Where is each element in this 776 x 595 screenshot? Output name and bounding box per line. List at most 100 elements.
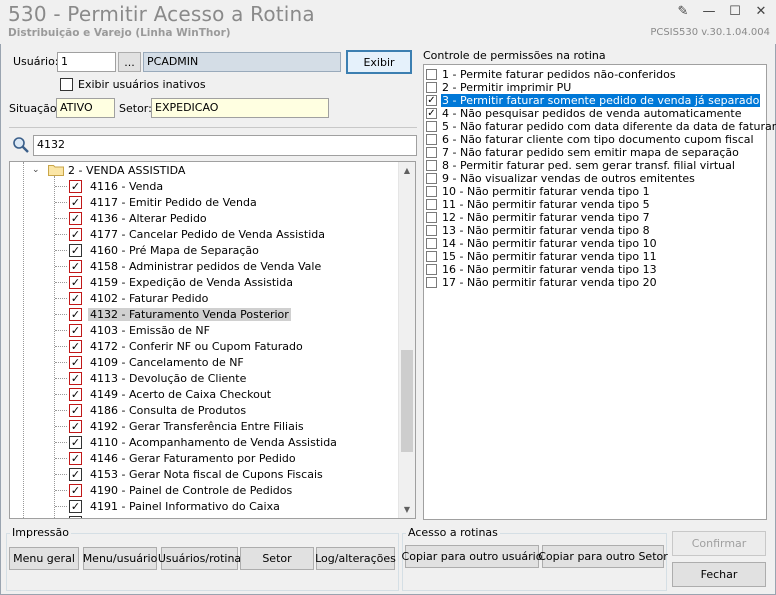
permission-checkbox[interactable]: ✓ [426, 95, 437, 106]
tree-item[interactable]: ✓ 4162 - Simples Remessa Baixando Estoque [69, 514, 330, 518]
tree-item[interactable]: ✓ 4117 - Emitir Pedido de Venda [69, 194, 259, 210]
edit-icon[interactable]: ✎ [672, 2, 694, 20]
confirm-button[interactable]: Confirmar [672, 531, 766, 556]
permission-item[interactable]: 16 - Não permitir faturar venda tipo 13 [426, 263, 658, 276]
tree-item[interactable]: ✓ 4149 - Acerto de Caixa Checkout [69, 386, 273, 402]
tree-item[interactable]: ✓ 4146 - Gerar Faturamento por Pedido [69, 450, 298, 466]
tree-item-checkbox[interactable]: ✓ [69, 291, 82, 305]
scroll-thumb[interactable] [401, 350, 413, 452]
permission-item[interactable]: 5 - Não faturar pedido com data diferent… [426, 120, 776, 133]
tree-item-checkbox[interactable]: ✓ [69, 451, 82, 465]
close-icon[interactable]: ✕ [750, 2, 772, 20]
permission-item[interactable]: 9 - Não visualizar vendas de outros emit… [426, 172, 696, 185]
permission-item[interactable]: 14 - Não permitir faturar venda tipo 10 [426, 237, 658, 250]
tree-item[interactable]: ✓ 4160 - Pré Mapa de Separação [69, 242, 261, 258]
permission-checkbox[interactable] [426, 121, 437, 132]
tree-item[interactable]: ✓ 4153 - Gerar Nota fiscal de Cupons Fisc… [69, 466, 325, 482]
tree-item-checkbox[interactable]: ✓ [69, 323, 82, 337]
permission-item[interactable]: ✓ 3 - Permitir faturar somente pedido de … [426, 94, 761, 107]
tree-item[interactable]: ✓ 4132 - Faturamento Venda Posterior [69, 306, 291, 322]
scroll-down-icon[interactable]: ▼ [399, 501, 415, 518]
permissions-list[interactable]: 1 - Permite faturar pedidos não-conferid… [423, 64, 776, 520]
usuarios-rotina-button[interactable]: Usuários/rotina [158, 547, 241, 570]
permission-checkbox[interactable] [426, 134, 437, 145]
tree-item-checkbox[interactable]: ✓ [69, 195, 82, 209]
permission-checkbox[interactable] [426, 69, 437, 80]
permission-item[interactable]: 6 - Não faturar cliente com tipo documen… [426, 133, 755, 146]
tree-group-row[interactable]: ⌄ 2 - VENDA ASSISTIDA [32, 162, 185, 178]
tree-item-checkbox[interactable]: ✓ [69, 307, 82, 321]
tree-item[interactable]: ✓ 4192 - Gerar Transferência Entre Filiai… [69, 418, 306, 434]
permission-checkbox[interactable] [426, 225, 437, 236]
permission-item[interactable]: 10 - Não permitir faturar venda tipo 1 [426, 185, 651, 198]
checkbox-box[interactable] [60, 78, 73, 91]
permission-checkbox[interactable] [426, 82, 437, 93]
tree-item-checkbox[interactable]: ✓ [69, 515, 82, 518]
setor-button[interactable]: Setor [240, 547, 314, 570]
tree-item[interactable]: ✓ 4103 - Emissão de NF [69, 322, 212, 338]
tree-item[interactable]: ✓ 4110 - Acompanhamento de Venda Assistid… [69, 434, 339, 450]
tree-item-checkbox[interactable]: ✓ [69, 259, 82, 273]
permission-checkbox[interactable] [426, 147, 437, 158]
tree-scrollbar[interactable]: ▲ ▼ [398, 162, 415, 518]
show-button[interactable]: Exibir [346, 50, 412, 74]
permission-item[interactable]: 12 - Não permitir faturar venda tipo 7 [426, 211, 651, 224]
menu-geral-button[interactable]: Menu geral [9, 547, 79, 570]
permission-checkbox[interactable] [426, 212, 437, 223]
tree-item-checkbox[interactable]: ✓ [69, 227, 82, 241]
permission-item[interactable]: ✓ 4 - Não pesquisar pedidos de venda auto… [426, 107, 743, 120]
tree-item-checkbox[interactable]: ✓ [69, 467, 82, 481]
permission-item[interactable]: 11 - Não permitir faturar venda tipo 5 [426, 198, 651, 211]
tree-item[interactable]: ✓ 4116 - Venda [69, 178, 165, 194]
tree-item-checkbox[interactable]: ✓ [69, 419, 82, 433]
show-inactive-checkbox[interactable]: Exibir usuários inativos [60, 78, 206, 91]
tree-item[interactable]: ✓ 4172 - Conferir NF ou Cupom Faturado [69, 338, 305, 354]
tree-item[interactable]: ✓ 4102 - Faturar Pedido [69, 290, 210, 306]
tree-item[interactable]: ✓ 4191 - Painel Informativo do Caixa [69, 498, 282, 514]
permission-checkbox[interactable] [426, 251, 437, 262]
tree-item-checkbox[interactable]: ✓ [69, 387, 82, 401]
permission-item[interactable]: 7 - Não faturar pedido sem emitir mapa d… [426, 146, 740, 159]
permission-item[interactable]: 8 - Permitir faturar ped. sem gerar tran… [426, 159, 736, 172]
tree-item-checkbox[interactable]: ✓ [69, 179, 82, 193]
tree-item[interactable]: ✓ 4113 - Devolução de Cliente [69, 370, 248, 386]
tree-item-checkbox[interactable]: ✓ [69, 275, 82, 289]
tree-item[interactable]: ✓ 4109 - Cancelamento de NF [69, 354, 246, 370]
user-lookup-button[interactable]: ... [118, 52, 141, 72]
tree-item[interactable]: ✓ 4136 - Alterar Pedido [69, 210, 209, 226]
permission-item[interactable]: 13 - Não permitir faturar venda tipo 8 [426, 224, 651, 237]
user-code-input[interactable]: 1 [57, 52, 116, 72]
permission-checkbox[interactable] [426, 160, 437, 171]
permission-item[interactable]: 17 - Não permitir faturar venda tipo 20 [426, 276, 658, 289]
copy-user-button[interactable]: Copiar para outro usuário [402, 545, 542, 568]
tree-item-checkbox[interactable]: ✓ [69, 339, 82, 353]
tree-item-checkbox[interactable]: ✓ [69, 483, 82, 497]
permission-item[interactable]: 1 - Permite faturar pedidos não-conferid… [426, 68, 677, 81]
tree-item-checkbox[interactable]: ✓ [69, 403, 82, 417]
menu-usuario-button[interactable]: Menu/usuário [83, 547, 157, 570]
log-alteracoes-button[interactable]: Log/alterações [315, 547, 396, 570]
permission-checkbox[interactable] [426, 264, 437, 275]
collapse-icon[interactable]: ⌄ [32, 165, 42, 175]
routine-tree[interactable]: ⌄ 2 - VENDA ASSISTIDA ✓ 4116 - Venda ✓ 4117… [9, 161, 416, 519]
tree-item-checkbox[interactable]: ✓ [69, 211, 82, 225]
permission-item[interactable]: 2 - Permitir imprimir PU [426, 81, 572, 94]
maximize-icon[interactable]: ☐ [724, 2, 746, 20]
copy-sector-button[interactable]: Copiar para outro Setor [538, 545, 668, 568]
minimize-icon[interactable]: — [698, 2, 720, 20]
permission-checkbox[interactable] [426, 238, 437, 249]
tree-item[interactable]: ✓ 4177 - Cancelar Pedido de Venda Assisti… [69, 226, 327, 242]
tree-item[interactable]: ✓ 4186 - Consulta de Produtos [69, 402, 248, 418]
permission-checkbox[interactable] [426, 173, 437, 184]
tree-item-checkbox[interactable]: ✓ [69, 355, 82, 369]
tree-item-checkbox[interactable]: ✓ [69, 371, 82, 385]
permission-checkbox[interactable] [426, 277, 437, 288]
tree-item[interactable]: ✓ 4159 - Expedição de Venda Assistida [69, 274, 295, 290]
permission-item[interactable]: 15 - Não permitir faturar venda tipo 11 [426, 250, 658, 263]
search-input[interactable]: 4132 [33, 135, 417, 156]
close-button[interactable]: Fechar [672, 562, 766, 587]
permission-checkbox[interactable]: ✓ [426, 108, 437, 119]
permission-checkbox[interactable] [426, 186, 437, 197]
tree-item-checkbox[interactable]: ✓ [69, 435, 82, 449]
tree-item[interactable]: ✓ 4190 - Painel de Controle de Pedidos [69, 482, 294, 498]
